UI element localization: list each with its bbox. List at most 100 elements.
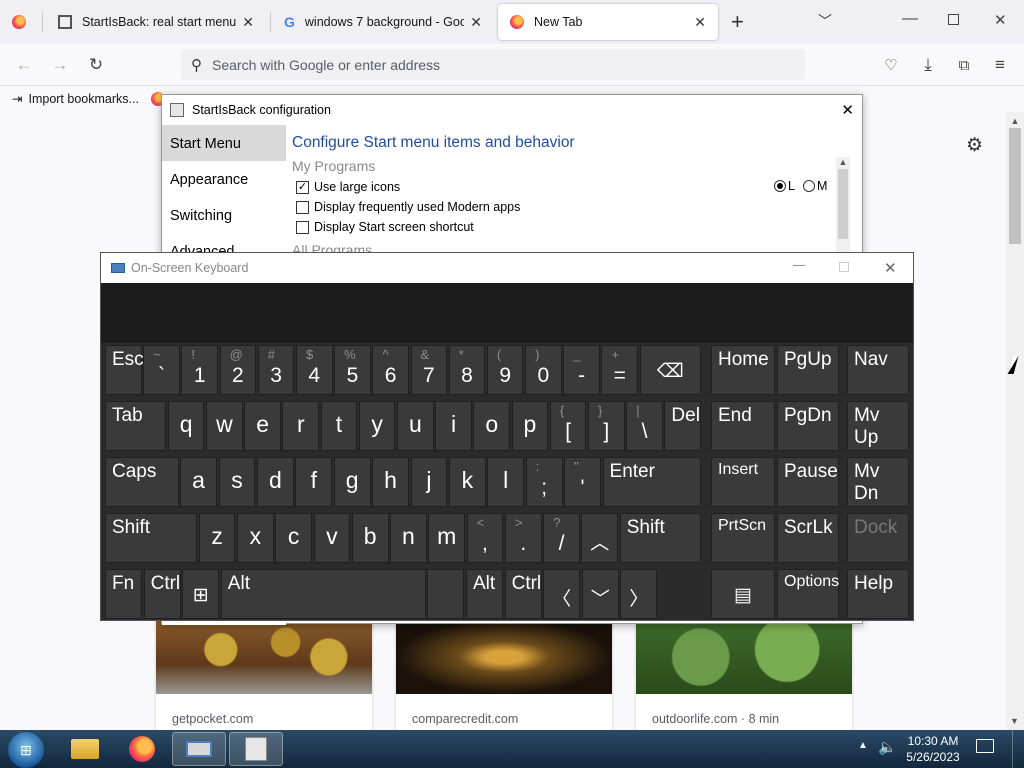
story-card[interactable]: getpocket.com	[156, 620, 372, 730]
close-window-button[interactable]: ✕	[994, 11, 1007, 29]
key-47[interactable]: " '	[564, 457, 601, 507]
close-tab-icon[interactable]: ✕	[694, 14, 706, 31]
address-bar[interactable]: ⚲ Search with Google or enter address	[181, 49, 805, 80]
key-51[interactable]: Mv Dn	[847, 457, 909, 507]
key-25[interactable]: u	[397, 401, 434, 451]
close-tab-icon[interactable]: ✕	[470, 14, 482, 31]
key-36[interactable]: Caps	[105, 457, 179, 507]
key-52[interactable]: Shift	[105, 513, 198, 563]
forward-arrow-icon[interactable]: →	[48, 53, 72, 77]
key-20[interactable]: w	[206, 401, 243, 451]
key-6[interactable]: % 5	[334, 345, 371, 395]
key-22[interactable]: r	[282, 401, 320, 451]
new-tab-button[interactable]: +	[731, 9, 744, 35]
key-9[interactable]: * 8	[448, 345, 486, 395]
key-16[interactable]: PgUp	[777, 345, 839, 395]
key-42[interactable]: h	[372, 457, 409, 507]
firefox-taskbar-icon[interactable]	[115, 732, 169, 766]
key-0[interactable]: Esc	[105, 345, 144, 395]
key-78[interactable]: ▤	[711, 569, 775, 619]
key-34[interactable]: PgDn	[777, 401, 839, 451]
radio[interactable]	[802, 180, 815, 192]
checkbox[interactable]	[296, 200, 309, 214]
key-17[interactable]: Nav	[847, 345, 909, 395]
show-hidden-icons-chevron-icon[interactable]: ▲	[858, 740, 868, 751]
option-start-screen[interactable]: Display Start screen shortcut	[296, 217, 520, 237]
scroll-up-arrow-icon[interactable]: ▲	[836, 157, 850, 167]
key-31[interactable]: | \	[626, 401, 663, 451]
minimize-button[interactable]: —	[902, 10, 918, 28]
clock[interactable]: 10:30 AM 5/26/2023	[898, 733, 968, 765]
key-8[interactable]: & 7	[410, 345, 448, 395]
osk-titlebar[interactable]: On-Screen Keyboard — ✕	[101, 253, 913, 283]
key-65[interactable]: PrtScn	[711, 513, 775, 563]
key-43[interactable]: j	[410, 457, 448, 507]
radio-selected[interactable]	[774, 180, 786, 192]
story-card[interactable]: comparecredit.com	[396, 620, 612, 730]
sidebar-item-appearance[interactable]: Appearance	[162, 161, 286, 197]
key-68[interactable]: Fn	[105, 569, 142, 619]
key-50[interactable]: Pause	[777, 457, 839, 507]
import-bookmarks-link[interactable]: ⇥ Import bookmarks...	[12, 91, 139, 107]
key-66[interactable]: ScrLk	[777, 513, 839, 563]
key-76[interactable]: ﹀	[581, 569, 619, 619]
notifications-icon[interactable]	[976, 739, 994, 753]
osk-maximize-button[interactable]	[839, 262, 849, 272]
key-3[interactable]: @2	[219, 345, 257, 395]
key-53[interactable]: z	[198, 513, 236, 563]
key-56[interactable]: v	[313, 513, 351, 563]
key-63[interactable]: ︿	[581, 513, 619, 563]
key-71[interactable]: Alt	[220, 569, 426, 619]
key-24[interactable]: y	[358, 401, 396, 451]
settings-gear-icon[interactable]: ⚙	[966, 134, 983, 157]
key-41[interactable]: g	[333, 457, 371, 507]
restore-button[interactable]	[948, 14, 959, 25]
key-46[interactable]: :;	[525, 457, 563, 507]
sidebar-item-switching[interactable]: Switching	[162, 197, 286, 233]
checkbox-checked[interactable]: ✓	[296, 180, 309, 194]
option-large-icons[interactable]: ✓ Use large icons	[296, 177, 520, 197]
key-39[interactable]: d	[256, 457, 294, 507]
start-button-orb-icon[interactable]: ⊞	[8, 732, 44, 768]
key-73[interactable]: Alt	[466, 569, 503, 619]
key-14[interactable]: ⌫	[639, 345, 701, 395]
page-scrollbar[interactable]: ▲ ▼	[1006, 112, 1024, 730]
key-4[interactable]: #3	[257, 345, 295, 395]
key-77[interactable]: 〉	[620, 569, 658, 619]
key-40[interactable]: f	[295, 457, 333, 507]
key-61[interactable]: >.	[504, 513, 542, 563]
key-37[interactable]: a	[180, 457, 217, 507]
key-18[interactable]: Tab	[105, 401, 167, 451]
checkbox[interactable]	[296, 220, 309, 234]
key-23[interactable]: t	[320, 401, 358, 451]
osk-taskbar-icon[interactable]	[172, 732, 226, 766]
key-80[interactable]: Help	[847, 569, 909, 619]
key-72[interactable]	[427, 569, 465, 619]
story-card[interactable]: outdoorlife.com · 8 min	[636, 620, 852, 730]
key-59[interactable]: m	[428, 513, 466, 563]
key-35[interactable]: Mv Up	[847, 401, 909, 451]
key-64[interactable]: Shift	[619, 513, 701, 563]
tab-google-search[interactable]: G windows 7 background - Googl ✕	[272, 4, 494, 40]
key-58[interactable]: n	[390, 513, 427, 563]
option-modern-apps[interactable]: Display frequently used Modern apps	[296, 197, 520, 217]
key-44[interactable]: k	[448, 457, 486, 507]
key-12[interactable]: _ -	[563, 345, 600, 395]
key-79[interactable]: Options	[777, 569, 839, 619]
key-60[interactable]: <,	[466, 513, 504, 563]
show-desktop-button[interactable]	[1012, 730, 1024, 768]
key-13[interactable]: + =	[601, 345, 639, 395]
tab-startisback[interactable]: StartIsBack: real start menu for ✕	[46, 4, 266, 40]
firefox-menu-icon[interactable]	[12, 15, 26, 29]
key-26[interactable]: i	[435, 401, 472, 451]
sidebar-item-start-menu[interactable]: Start Menu	[162, 125, 286, 161]
scroll-thumb[interactable]	[838, 169, 848, 239]
key-45[interactable]: l	[487, 457, 525, 507]
key-75[interactable]: 〈	[543, 569, 581, 619]
key-2[interactable]: ! 1	[181, 345, 218, 395]
key-38[interactable]: s	[218, 457, 256, 507]
key-69[interactable]: Ctrl	[143, 569, 181, 619]
downloads-icon[interactable]: ⤓	[916, 53, 940, 77]
volume-muted-icon[interactable]: 🔈	[878, 738, 897, 756]
config-close-button[interactable]: ✕	[841, 101, 854, 119]
